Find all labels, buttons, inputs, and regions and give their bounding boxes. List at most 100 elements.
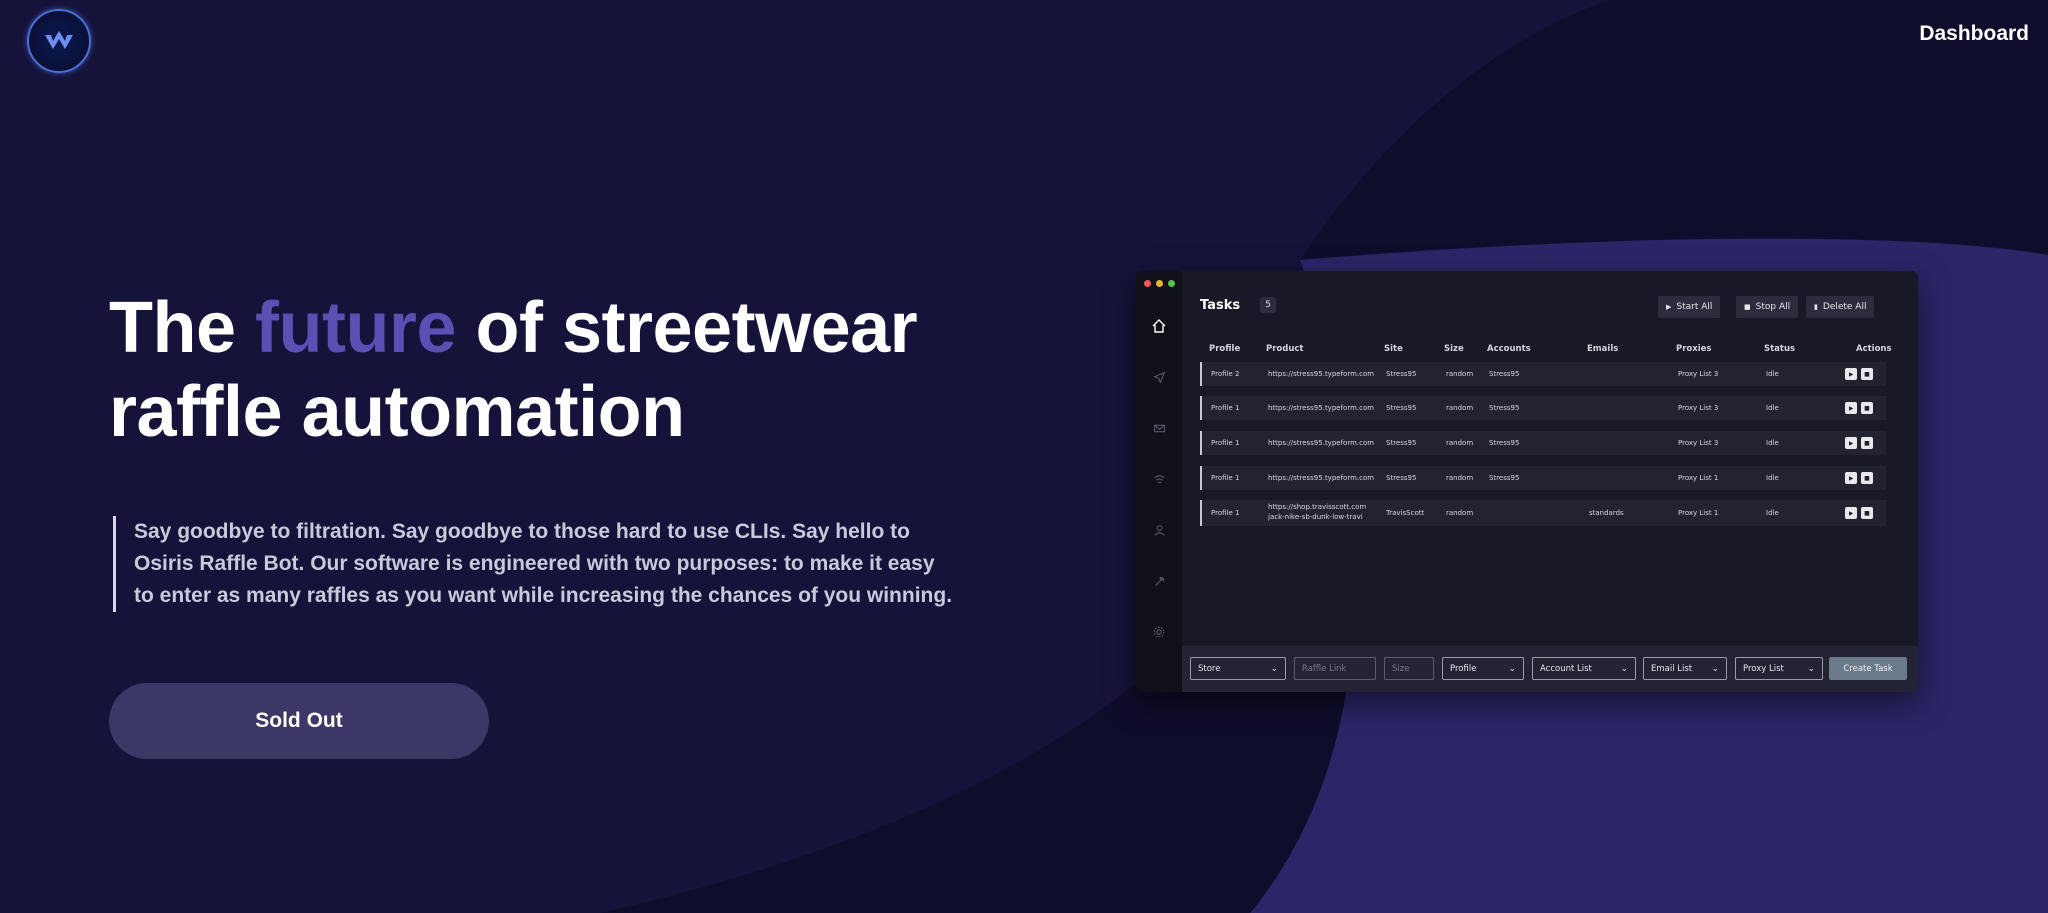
row-proxies: Proxy List 3 [1678, 370, 1719, 378]
headline-accent: future [255, 288, 456, 368]
store-select[interactable]: Store ⌄ [1190, 657, 1286, 680]
stop-all-button[interactable]: ■ Stop All [1736, 296, 1799, 318]
task-row[interactable]: Profile 1 https://stress95.typeform.com … [1200, 396, 1886, 420]
row-proxies: Proxy List 3 [1678, 439, 1719, 447]
row-delete-button[interactable]: ■ [1861, 437, 1873, 449]
play-icon: ▶ [1848, 474, 1854, 482]
col-actions: Actions [1856, 344, 1892, 354]
row-status: Idle [1766, 474, 1779, 482]
row-start-button[interactable]: ▶ [1845, 368, 1857, 380]
chevron-down-icon: ⌄ [1270, 663, 1278, 674]
email-list-select[interactable]: Email List ⌄ [1643, 657, 1727, 680]
raffle-link-input[interactable]: Raffle Link [1294, 657, 1376, 680]
row-accounts: Stress95 [1489, 404, 1520, 412]
row-delete-button[interactable]: ■ [1861, 368, 1873, 380]
row-accounts: Stress95 [1489, 439, 1520, 447]
col-emails: Emails [1587, 344, 1619, 354]
mail-icon[interactable] [1148, 417, 1170, 439]
trash-icon: ■ [1864, 404, 1870, 412]
tools-icon[interactable] [1148, 570, 1170, 592]
sold-out-button[interactable]: Sold Out [109, 683, 489, 759]
nav-dashboard-link[interactable]: Dashboard [1919, 22, 2029, 46]
row-proxies: Proxy List 1 [1678, 474, 1719, 482]
row-proxies: Proxy List 3 [1678, 404, 1719, 412]
row-status: Idle [1766, 439, 1779, 447]
close-dot[interactable] [1144, 280, 1151, 287]
play-icon: ▶ [1666, 303, 1672, 311]
play-icon: ▶ [1848, 439, 1854, 447]
size-placeholder: Size [1392, 663, 1410, 674]
row-product: https://stress95.typeform.com [1268, 404, 1375, 412]
delete-all-button[interactable]: ▮ Delete All [1806, 296, 1875, 318]
app-window: Tasks 5 ▶ Start All ■ Stop All ▮ Delete All… [1136, 271, 1918, 692]
start-all-label: Start All [1676, 302, 1713, 312]
user-icon[interactable] [1148, 519, 1170, 541]
row-product-line2: jack-nike-sb-dunk-low-travi [1268, 513, 1363, 521]
headline-line1-suffix: of streetwear [456, 288, 918, 368]
row-product: https://stress95.typeform.com [1268, 439, 1375, 447]
trash-icon: ■ [1864, 509, 1870, 517]
trash-icon: ▮ [1814, 303, 1818, 311]
chevron-down-icon: ⌄ [1807, 663, 1815, 674]
row-delete-button[interactable]: ■ [1861, 507, 1873, 519]
row-site: Stress95 [1386, 474, 1417, 482]
settings-icon[interactable] [1148, 621, 1170, 643]
row-emails: standards [1589, 509, 1624, 517]
row-profile: Profile 1 [1211, 439, 1240, 447]
row-size: random [1446, 404, 1474, 412]
play-icon: ▶ [1848, 509, 1854, 517]
brand-logo[interactable] [27, 9, 91, 73]
create-task-button[interactable]: Create Task [1829, 657, 1907, 680]
profile-select[interactable]: Profile ⌄ [1442, 657, 1524, 680]
create-task-bar: Store ⌄ Raffle Link Size Profile ⌄ Account… [1182, 646, 1918, 692]
play-icon: ▶ [1848, 370, 1854, 378]
maximize-dot[interactable] [1168, 280, 1175, 287]
row-size: random [1446, 474, 1474, 482]
row-start-button[interactable]: ▶ [1845, 472, 1857, 484]
col-accounts: Accounts [1487, 344, 1531, 354]
store-select-value: Store [1198, 663, 1221, 674]
row-delete-button[interactable]: ■ [1861, 402, 1873, 414]
col-product: Product [1266, 344, 1304, 354]
stop-all-label: Stop All [1755, 302, 1791, 312]
row-delete-button[interactable]: ■ [1861, 472, 1873, 484]
row-status: Idle [1766, 370, 1779, 378]
size-input[interactable]: Size [1384, 657, 1434, 680]
trash-icon: ■ [1864, 370, 1870, 378]
row-accounts: Stress95 [1489, 474, 1520, 482]
minimize-dot[interactable] [1156, 280, 1163, 287]
start-all-button[interactable]: ▶ Start All [1658, 296, 1721, 318]
chevron-down-icon: ⌄ [1711, 663, 1719, 674]
wifi-icon[interactable] [1148, 468, 1170, 490]
row-start-button[interactable]: ▶ [1845, 402, 1857, 414]
hero-description: Say goodbye to filtration. Say goodbye t… [113, 516, 953, 612]
account-list-select[interactable]: Account List ⌄ [1532, 657, 1636, 680]
row-site: Stress95 [1386, 404, 1417, 412]
row-profile: Profile 2 [1211, 370, 1240, 378]
row-product: https://stress95.typeform.com [1268, 474, 1375, 482]
task-row[interactable]: Profile 1 https://shop.travisscott.com j… [1200, 500, 1886, 526]
chevron-down-icon: ⌄ [1620, 663, 1628, 674]
proxy-list-select[interactable]: Proxy List ⌄ [1735, 657, 1823, 680]
row-status: Idle [1766, 509, 1779, 517]
task-row[interactable]: Profile 1 https://stress95.typeform.com … [1200, 466, 1886, 490]
row-status: Idle [1766, 404, 1779, 412]
row-accounts: Stress95 [1489, 370, 1520, 378]
row-size: random [1446, 370, 1474, 378]
play-icon: ▶ [1848, 404, 1854, 412]
row-profile: Profile 1 [1211, 404, 1240, 412]
account-list-value: Account List [1540, 663, 1592, 674]
hero-headline: The future of streetwear raffle automati… [109, 286, 1009, 454]
task-row[interactable]: Profile 1 https://stress95.typeform.com … [1200, 431, 1886, 455]
trash-icon: ■ [1864, 439, 1870, 447]
row-start-button[interactable]: ▶ [1845, 437, 1857, 449]
row-start-button[interactable]: ▶ [1845, 507, 1857, 519]
row-profile: Profile 1 [1211, 509, 1240, 517]
home-icon[interactable] [1148, 315, 1170, 337]
send-icon[interactable] [1148, 366, 1170, 388]
col-status: Status [1764, 344, 1796, 354]
headline-line2: raffle automation [109, 372, 685, 452]
osiris-logo-icon [45, 31, 73, 49]
stop-icon: ■ [1744, 303, 1751, 311]
task-row[interactable]: Profile 2 https://stress95.typeform.com … [1200, 362, 1886, 386]
